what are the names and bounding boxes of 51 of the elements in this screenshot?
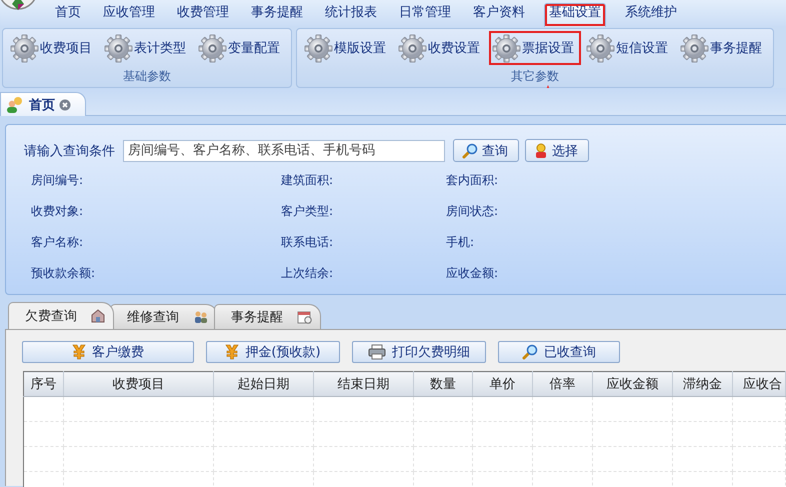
ribbon-button[interactable]: 事务提醒 [677, 31, 769, 65]
query-label: 请输入查询条件 [24, 142, 115, 160]
column-header[interactable]: 单价 [472, 372, 532, 396]
field-label: 套内面积: [446, 172, 500, 189]
toolbar-button[interactable]: 客户缴费 [22, 341, 194, 363]
column-header[interactable]: 倍率 [532, 372, 592, 396]
menu-tab[interactable]: 应收管理 [92, 3, 166, 27]
menu-tab[interactable]: 收费管理 [166, 3, 240, 27]
column-header[interactable]: 应收合 [732, 372, 786, 396]
group-label: 基础参数 [122, 68, 172, 85]
detail-tab[interactable]: 事务提醒 [214, 304, 321, 329]
detail-tab[interactable]: 欠费查询 [8, 302, 114, 329]
field-label: 应收金额: [446, 265, 500, 282]
column-header[interactable]: 收费项目 [64, 372, 214, 396]
field-label: 客户名称: [31, 234, 84, 251]
field-label: 客户类型: [281, 203, 334, 220]
search-field[interactable]: 房间编号、客户名称、联系电话、手机号码 [123, 140, 445, 162]
column-header[interactable]: 应收金额 [592, 372, 672, 396]
ribbon-button[interactable]: 收费项目 [7, 31, 99, 65]
ribbon-button[interactable]: 收费设置 [395, 31, 487, 65]
menu-tab[interactable]: 客户资料 [462, 3, 536, 27]
toolbar-button[interactable]: 打印欠费明细 [352, 341, 486, 363]
column-header[interactable]: 序号 [24, 372, 64, 396]
menu-tab[interactable]: 系统维护 [614, 3, 688, 27]
menu-tab[interactable]: 事务提醒 [240, 3, 314, 27]
toolbar-button[interactable]: 押金(预收款) [206, 341, 340, 363]
ribbon-button[interactable]: 变量配置 [195, 31, 287, 65]
field-label: 手机: [446, 234, 476, 251]
column-header[interactable]: 滞纳金 [672, 372, 732, 396]
ribbon-button[interactable]: 短信设置 [583, 31, 675, 65]
column-header[interactable]: 起始日期 [214, 372, 314, 396]
field-label: 房间编号: [31, 172, 84, 189]
ribbon-button[interactable]: 模版设置 [301, 31, 393, 65]
column-header[interactable]: 结束日期 [314, 372, 414, 396]
field-label: 房间状态: [446, 203, 500, 220]
field-label: 收费对象: [31, 203, 84, 220]
field-label: 上次结余: [281, 265, 334, 282]
field-label: 联系电话: [281, 234, 334, 251]
menu-tab[interactable]: 日常管理 [388, 3, 462, 27]
menu-tab[interactable]: 统计报表 [314, 3, 388, 27]
ribbon-button[interactable]: 票据设置 [489, 31, 581, 65]
select-button[interactable]: 选择 [525, 139, 589, 162]
ribbon-button[interactable]: 表计类型 [101, 31, 193, 65]
search-button[interactable]: 查询 [453, 139, 519, 162]
column-header[interactable]: 数量 [414, 372, 472, 396]
field-label: 预收款余额: [31, 265, 96, 282]
document-tab[interactable]: 首页 [0, 92, 86, 116]
field-label: 建筑面积: [281, 172, 334, 189]
menu-tab[interactable]: 首页 [44, 3, 92, 27]
group-label: 其它参数 [510, 68, 560, 85]
toolbar-button[interactable]: 已收查询 [498, 341, 620, 363]
